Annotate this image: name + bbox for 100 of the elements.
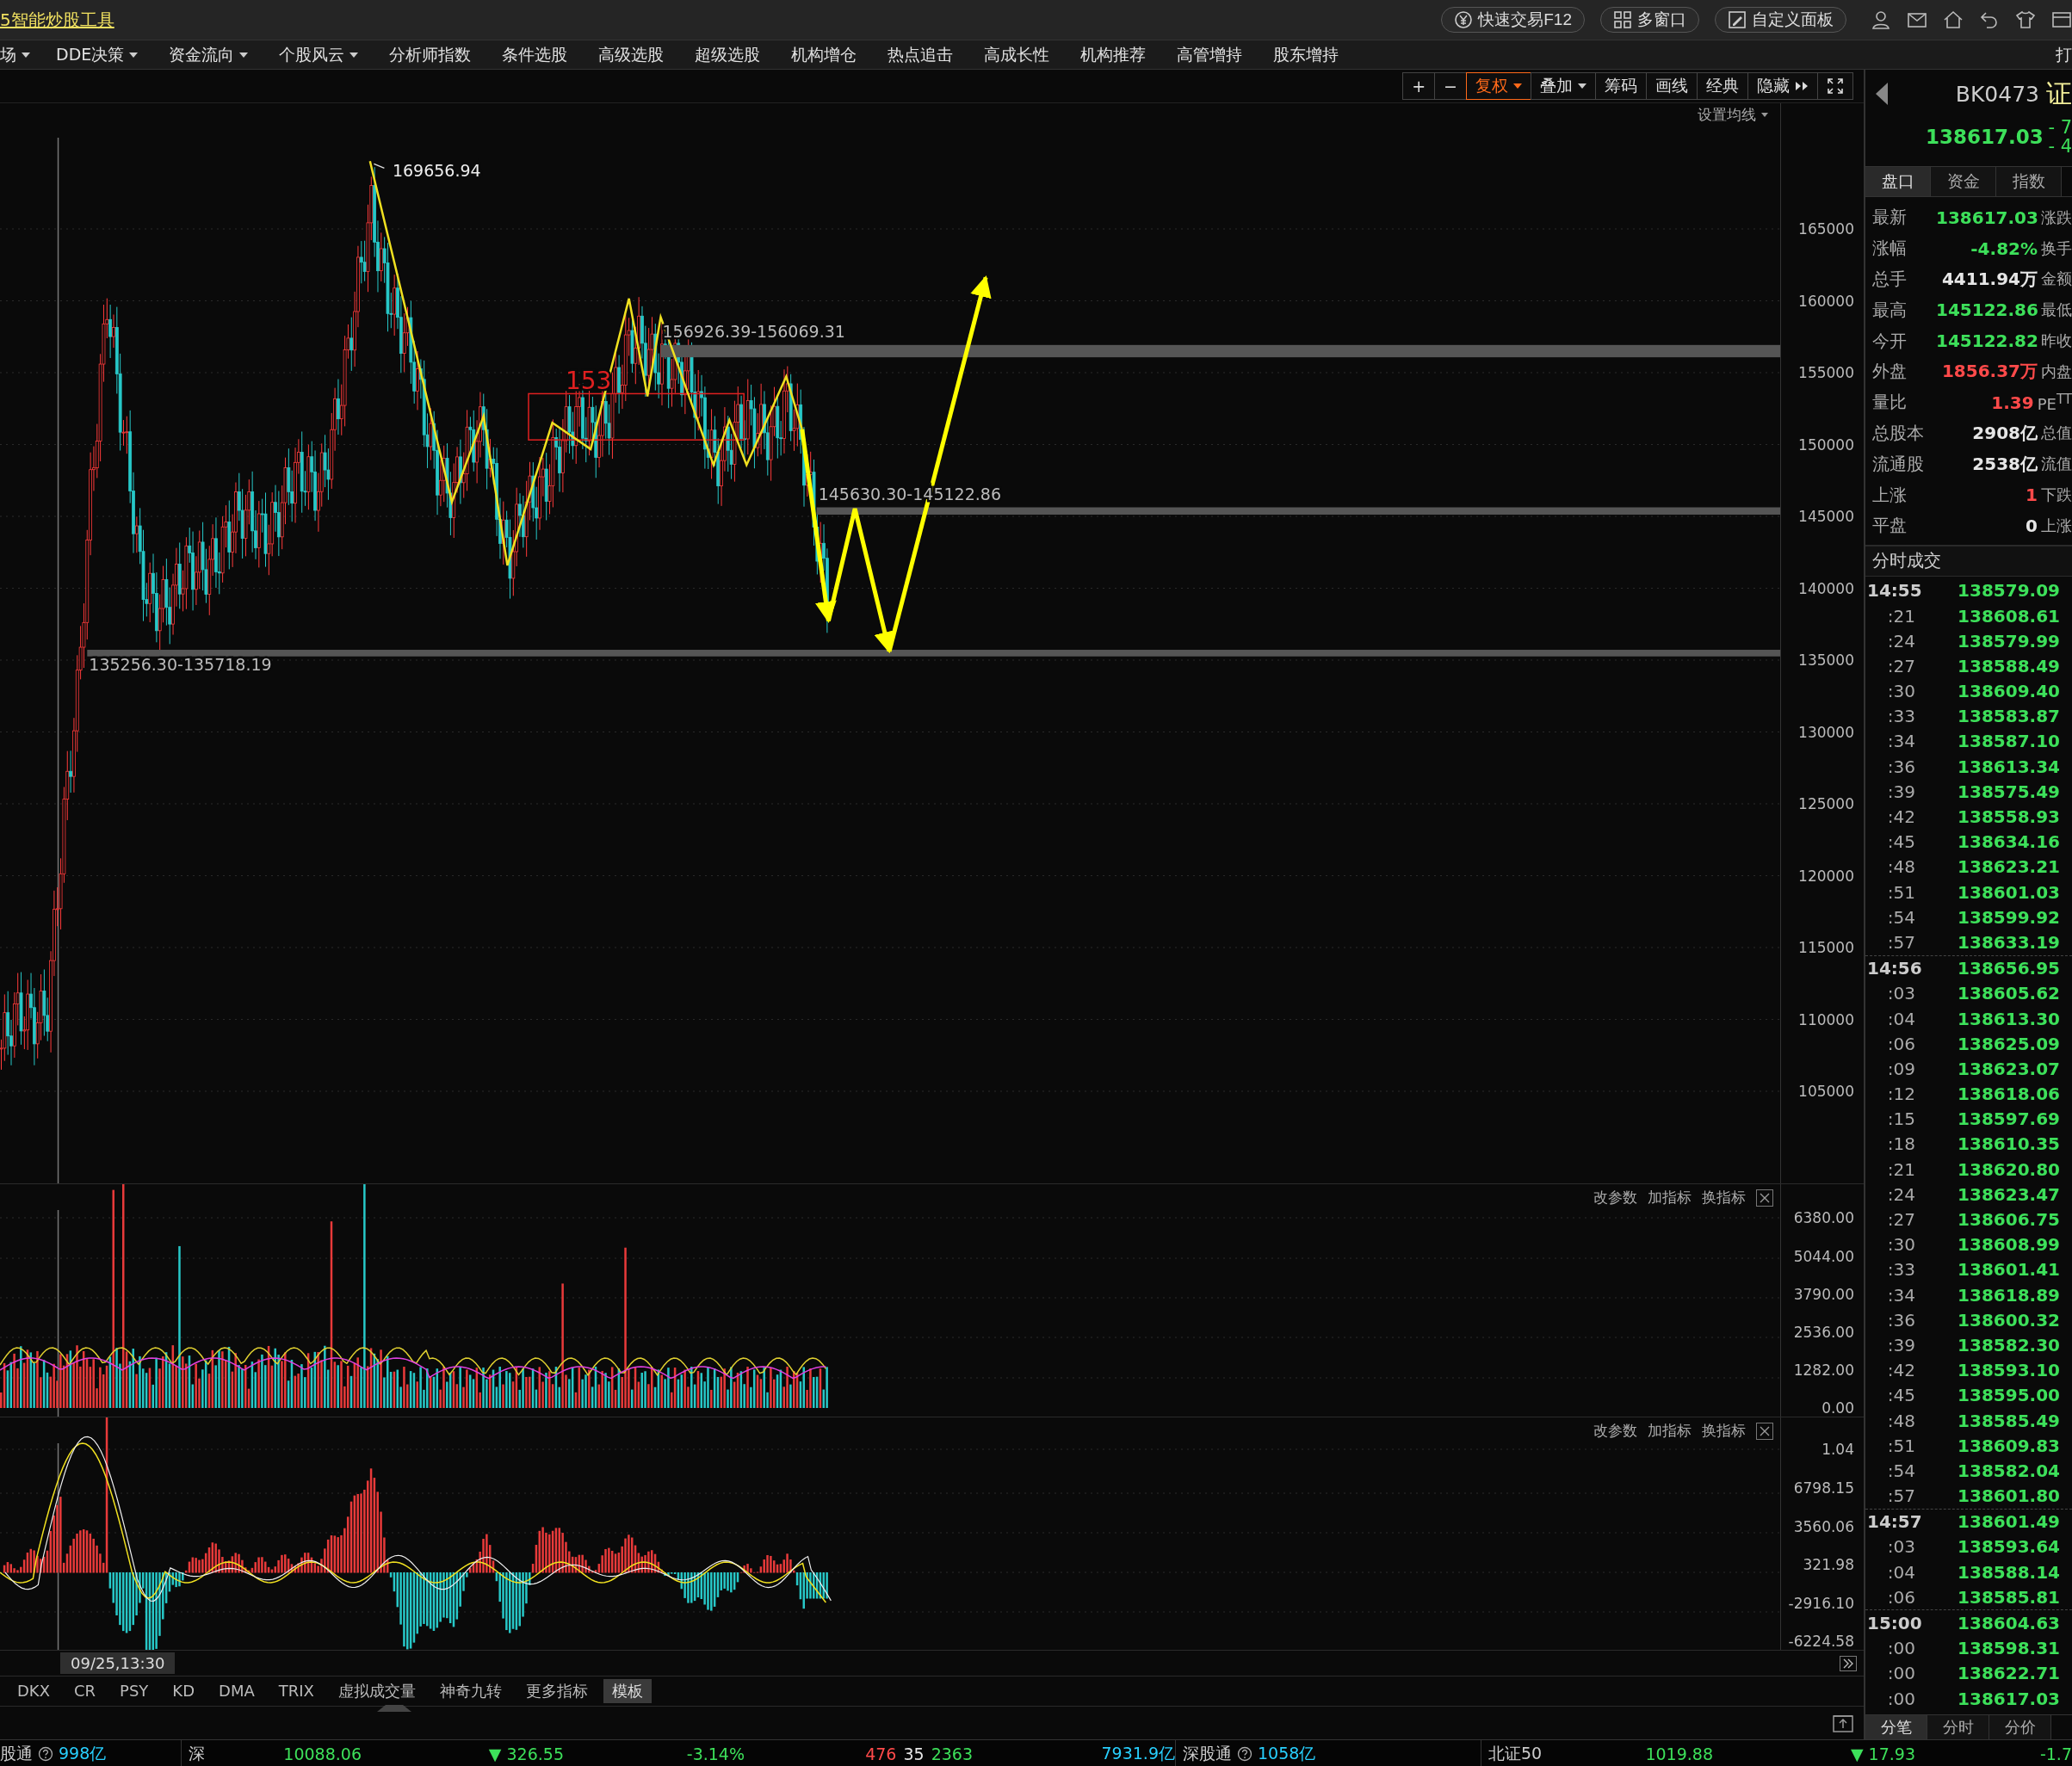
indicator-action-link[interactable]: 加指标 — [1648, 1421, 1692, 1442]
stock-name: 证 — [2046, 77, 2072, 110]
trade-price: 138579.09 — [1958, 580, 2060, 602]
quote-label: 最新 — [1872, 206, 1908, 230]
toolbar-button[interactable]: 自定义面板 — [1715, 7, 1846, 33]
back-arrow-icon[interactable] — [1876, 83, 1888, 105]
fullscreen-button[interactable] — [1817, 72, 1853, 101]
indicator-tab[interactable]: DKX — [9, 1680, 59, 1702]
quote-tab[interactable]: 盘口 — [1865, 167, 1931, 196]
trade-price: 138598.31 — [1958, 1638, 2060, 1659]
undo-icon[interactable] — [1979, 9, 2000, 30]
trade-price: 138593.10 — [1958, 1360, 2060, 1381]
trade-time: :24 — [1886, 630, 1916, 651]
trade-price: 138599.92 — [1958, 906, 2060, 928]
trade-price: 138606.75 — [1958, 1209, 2060, 1231]
caret-icon — [1761, 113, 1768, 118]
trade-price: 138601.41 — [1958, 1259, 2060, 1281]
ma-setting-button[interactable]: 设置均线 — [1698, 105, 1768, 126]
trade-tab[interactable]: 分笔 — [1865, 1715, 1927, 1739]
menu-item[interactable]: 机构增仓 — [781, 43, 857, 66]
chart-tool-button[interactable]: 经典 — [1697, 72, 1748, 101]
close-icon[interactable] — [1756, 1189, 1773, 1207]
menu-item[interactable]: 热点追击 — [877, 43, 954, 66]
axis-label: 110000 — [1798, 1010, 1854, 1028]
quote-label: 流值 — [2041, 454, 2072, 475]
trade-time: :18 — [1886, 1133, 1916, 1155]
quote-tab[interactable]: 指数 — [1996, 167, 2062, 196]
trade-tab[interactable]: 分时 — [1927, 1715, 1989, 1739]
menu-item[interactable]: 高管增持 — [1166, 43, 1243, 66]
status-value: 1058亿 — [1258, 1743, 1316, 1764]
indicator-tab[interactable]: 模板 — [603, 1678, 652, 1703]
chart-tool-button[interactable]: 筹码 — [1595, 72, 1647, 101]
panel-toggle-icon[interactable] — [1833, 1713, 1853, 1732]
indicator-action-link[interactable]: 改参数 — [1593, 1421, 1637, 1442]
chart-tool-button[interactable]: − — [1434, 72, 1467, 101]
indicator-tab[interactable]: 更多指标 — [516, 1678, 597, 1703]
chart-tool-button[interactable]: 叠加 — [1531, 72, 1596, 101]
quote-tab[interactable]: 资金 — [1931, 167, 1996, 196]
menu-item[interactable]: 高级选股 — [588, 43, 665, 66]
app-title[interactable]: 5智能炒股工具 — [0, 8, 114, 32]
close-icon[interactable] — [1756, 1422, 1773, 1440]
trade-time: :33 — [1886, 1259, 1916, 1281]
trade-time: :54 — [1886, 1460, 1916, 1481]
menu-item[interactable]: 个股风云 — [269, 43, 359, 66]
indicator-tab[interactable]: DMA — [210, 1680, 263, 1702]
quote-label: 金额 — [2041, 269, 2072, 290]
help-icon[interactable] — [38, 1746, 53, 1762]
menu-item[interactable]: 资金流向 — [158, 43, 249, 66]
menu-item[interactable]: 高成长性 — [974, 43, 1050, 66]
menu-item[interactable]: 分析师指数 — [379, 43, 472, 66]
quote-label: 总股本 — [1872, 421, 1925, 445]
help-icon[interactable] — [1237, 1746, 1252, 1762]
quote-value: 1.39 — [1990, 392, 2034, 413]
shirt-icon[interactable] — [2015, 9, 2036, 30]
trade-price: 138625.09 — [1958, 1033, 2060, 1054]
menu-item[interactable]: 场 — [0, 43, 30, 66]
quote-value: 138617.03 — [1936, 207, 2038, 228]
axis-label: 125000 — [1798, 795, 1854, 813]
quote-label: 最低 — [2041, 299, 2072, 321]
menu-item[interactable]: 机构推荐 — [1070, 43, 1147, 66]
chart-tool-button[interactable]: 隐藏 — [1747, 72, 1818, 101]
toolbar-button[interactable]: 快速交易F12 — [1441, 7, 1585, 33]
trade-time: :36 — [1886, 1309, 1916, 1331]
last-price: 138617.03 — [1926, 126, 2044, 148]
trade-price: 138618.89 — [1958, 1284, 2060, 1306]
chart-tool-button[interactable]: + — [1402, 72, 1436, 101]
window-icon[interactable] — [2051, 9, 2072, 30]
trade-price: 138600.32 — [1958, 1309, 2060, 1331]
indicator-action-link[interactable]: 换指标 — [1702, 1421, 1746, 1442]
menu-item[interactable]: DDE决策 — [46, 43, 139, 66]
menu-item[interactable]: 条件选股 — [492, 43, 568, 66]
indicator-action-link[interactable]: 换指标 — [1702, 1188, 1746, 1208]
menu-item[interactable]: 打 — [2056, 43, 2072, 66]
chart-tool-button[interactable]: 画线 — [1646, 72, 1698, 101]
axis-label: 5044.00 — [1793, 1247, 1854, 1265]
menu-item[interactable]: 股东增持 — [1263, 43, 1339, 66]
trade-price: 138585.81 — [1958, 1586, 2060, 1608]
indicator-tab[interactable]: KD — [164, 1680, 204, 1702]
trade-tab[interactable]: 分价 — [1989, 1715, 2051, 1739]
indicator-tab[interactable]: PSY — [111, 1680, 158, 1702]
quote-label: 内盘 — [2041, 361, 2072, 382]
trade-time: :04 — [1886, 1008, 1916, 1029]
indicator-tab[interactable]: 虚拟成交量 — [329, 1678, 424, 1703]
scroll-right-icon[interactable] — [1840, 1655, 1857, 1671]
toolbar-button[interactable]: 多窗口 — [1600, 7, 1699, 33]
indicator-tab[interactable]: 神奇九转 — [430, 1678, 510, 1703]
indicator-tab[interactable]: CR — [65, 1680, 105, 1702]
indicator-tab[interactable]: TRIX — [269, 1680, 323, 1702]
double-arrow-icon — [1795, 81, 1809, 92]
trade-price: 138634.16 — [1958, 831, 2060, 853]
edit-icon — [1728, 10, 1747, 29]
status-value: 35 — [903, 1744, 925, 1763]
indicator-action-link[interactable]: 改参数 — [1593, 1188, 1637, 1208]
user-icon[interactable] — [1871, 9, 1891, 30]
indicator-action-link[interactable]: 加指标 — [1648, 1188, 1692, 1208]
menu-item[interactable]: 超级选股 — [684, 43, 761, 66]
chart-tool-button[interactable]: 复权 — [1466, 72, 1531, 101]
home-icon[interactable] — [1943, 9, 1964, 30]
status-value: 1019.88 — [1645, 1744, 1713, 1763]
trade-price: 138601.03 — [1958, 881, 2060, 903]
